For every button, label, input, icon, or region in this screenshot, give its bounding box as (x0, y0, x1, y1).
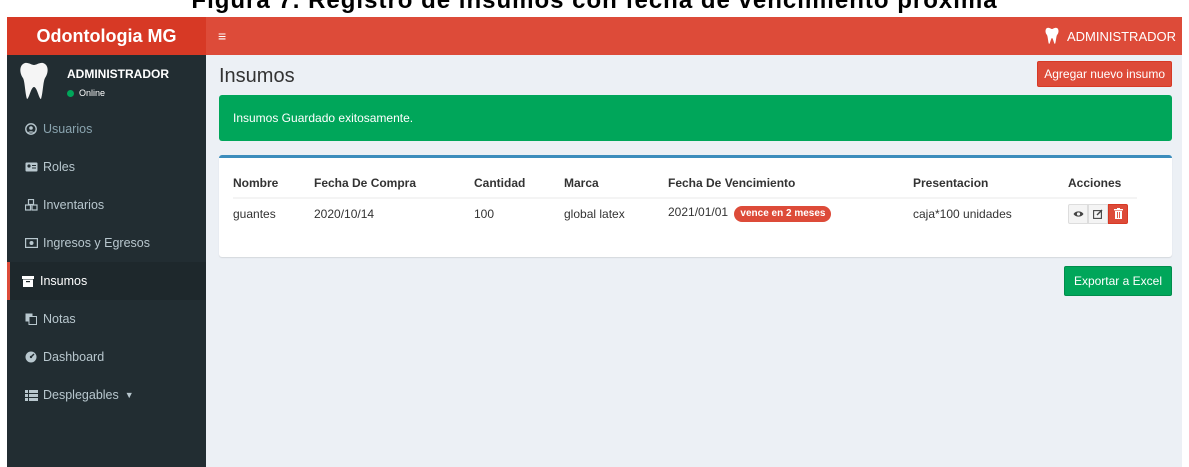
user-panel: ADMINISTRADOR Online (7, 55, 206, 110)
column-header[interactable]: Fecha De Compra (314, 168, 474, 199)
screenshot: Figura 7. Registro de insumos con fecha … (0, 0, 1189, 467)
row-actions (1068, 203, 1137, 224)
brand-logo[interactable]: Odontologia MG (7, 17, 206, 55)
edit-icon (1093, 209, 1103, 219)
navbar-username: ADMINISTRADOR (1066, 28, 1176, 44)
app-window: Odontologia MG ≡ ADMINISTRADOR ADMINISTR… (7, 17, 1182, 467)
user-menu[interactable]: ADMINISTRADOR (1045, 17, 1182, 55)
view-button[interactable] (1068, 203, 1088, 224)
sidebar-item-roles[interactable]: Roles (7, 148, 206, 186)
eye-icon (1073, 210, 1083, 217)
tooth-icon (1045, 27, 1059, 44)
sidebar-item-notas[interactable]: Notas (7, 300, 206, 338)
dashboard-icon (24, 351, 38, 363)
sidebar-item-dashboard[interactable]: Dashboard (7, 338, 206, 376)
top-navbar: ≡ ADMINISTRADOR (206, 17, 1182, 55)
cell-nombre: guantes (233, 206, 276, 221)
column-header[interactable]: Cantidad (474, 168, 564, 199)
sidebar-item-insumos[interactable]: Insumos (7, 262, 206, 300)
table-header-row: Nombre Fecha De Compra Cantidad Marca Fe… (233, 168, 1137, 199)
cell-cantidad: 100 (474, 206, 495, 221)
column-header: Acciones (1068, 168, 1137, 199)
page-title: Insumos (219, 65, 295, 87)
column-header[interactable]: Presentacion (913, 168, 1068, 199)
id-card-icon (24, 162, 38, 172)
insumos-table: Nombre Fecha De Compra Cantidad Marca Fe… (233, 168, 1137, 228)
trash-icon (1113, 208, 1123, 219)
delete-button[interactable] (1108, 203, 1128, 224)
user-circle-icon (24, 123, 38, 135)
expiry-date: 2021/01/01 (668, 205, 729, 219)
cell-fecha-compra: 2020/10/14 (314, 206, 375, 221)
status-dot-icon (67, 89, 74, 97)
menu-toggle-icon[interactable]: ≡ (218, 17, 226, 55)
online-status: Online (67, 88, 105, 98)
list-icon (24, 389, 38, 401)
column-header[interactable]: Nombre (233, 168, 314, 199)
sidebar-item-desplegables[interactable]: Desplegables ▼ (7, 376, 206, 414)
copy-icon (24, 313, 38, 325)
success-alert: Insumos Guardado exitosamente. (219, 95, 1172, 141)
tooth-avatar-icon (20, 62, 48, 99)
cell-marca: global latex (564, 206, 625, 221)
export-excel-button[interactable]: Exportar a Excel (1063, 266, 1172, 296)
cell-fecha-vencimiento: 2021/01/01 vence en 2 meses (668, 198, 913, 228)
add-insumo-button[interactable]: Agregar nuevo insumo (1037, 61, 1172, 87)
cell-acciones (1068, 198, 1137, 228)
money-icon (24, 238, 38, 248)
cell-presentacion: caja*100 unidades (913, 206, 1012, 221)
column-header[interactable]: Fecha De Vencimiento (668, 168, 913, 199)
sidebar-item-ingresos-egresos[interactable]: Ingresos y Egresos (7, 224, 206, 262)
sidebar-username: ADMINISTRADOR (67, 67, 169, 81)
table-row: guantes 2020/10/14 100 global latex 2021… (233, 198, 1137, 228)
sidebar-item-usuarios[interactable]: Usuarios (7, 110, 206, 148)
caret-down-icon: ▼ (124, 390, 134, 400)
figure-caption: Figura 7. Registro de insumos con fecha … (191, 0, 998, 14)
expiry-badge: vence en 2 meses (734, 206, 832, 222)
insumos-table-box: Nombre Fecha De Compra Cantidad Marca Fe… (219, 155, 1172, 257)
sidebar: ADMINISTRADOR Online Usuarios Roles Inve… (7, 55, 206, 467)
sidebar-item-inventarios[interactable]: Inventarios (7, 186, 206, 224)
cubes-icon (24, 199, 38, 211)
column-header[interactable]: Marca (564, 168, 668, 199)
edit-button[interactable] (1088, 203, 1108, 224)
archive-icon (21, 275, 35, 287)
main-content: Insumos Agregar nuevo insumo Insumos Gua… (206, 55, 1182, 467)
